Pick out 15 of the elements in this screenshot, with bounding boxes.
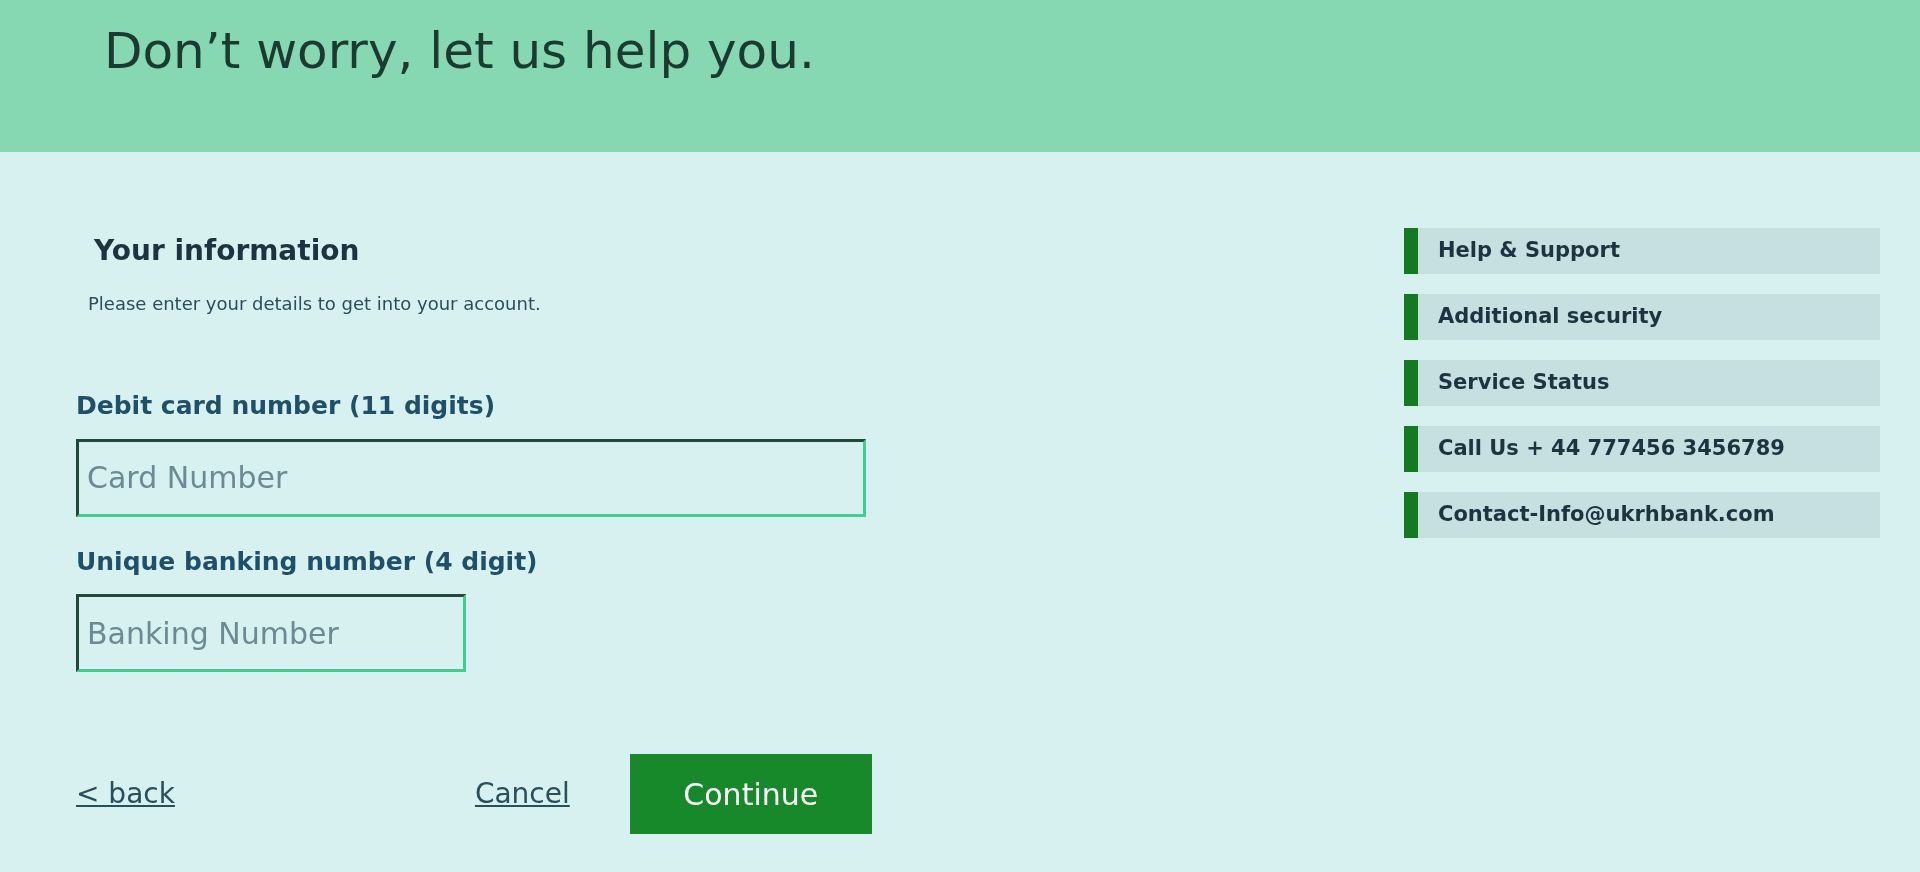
- back-link[interactable]: < back: [76, 773, 175, 815]
- sidebar-link[interactable]: Call Us + 44 777456 3456789: [1404, 426, 1880, 472]
- sidebar-link[interactable]: Additional security: [1404, 294, 1880, 340]
- field-label: Debit card number (11 digits): [76, 390, 497, 422]
- sidebar-link[interactable]: Contact-Info@ukrhbank.com: [1404, 492, 1880, 538]
- input-field[interactable]: Card Number: [76, 438, 866, 517]
- page-title: Don’t worry, let us help you.: [104, 20, 815, 82]
- continue-button[interactable]: Continue: [629, 754, 872, 834]
- cancel-link[interactable]: Cancel: [474, 773, 570, 815]
- field-label: Unique banking number (4 digit): [76, 545, 539, 578]
- sidebar-link[interactable]: Help & Support: [1404, 228, 1880, 274]
- section-title: Your information: [94, 233, 361, 269]
- sidebar-link[interactable]: Service Status: [1404, 360, 1880, 406]
- section-subtitle: Please enter your details to get into your account.: [88, 292, 542, 316]
- input-field[interactable]: Banking Number: [76, 594, 466, 672]
